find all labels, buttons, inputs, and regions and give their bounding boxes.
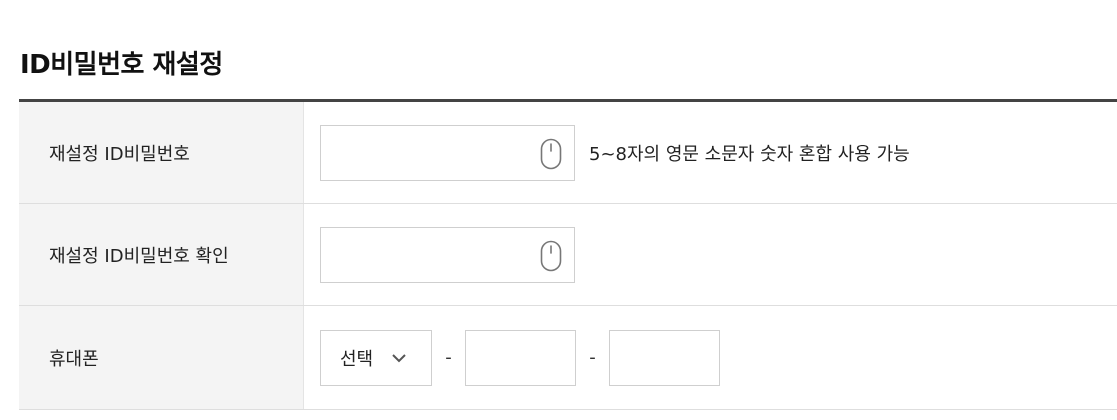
carrier-select[interactable]: 선택: [320, 329, 432, 386]
mouse-icon[interactable]: [540, 240, 562, 272]
password-rule-hint: 5~8자의 영문 소문자 숫자 혼합 사용 가능: [589, 143, 910, 165]
confirm-password-row: 재설정 ID비밀번호 확인: [19, 204, 1117, 306]
confirm-password-label: 재설정 ID비밀번호 확인: [19, 204, 304, 305]
chevron-down-icon: [392, 353, 406, 362]
mobile-cell: 선택 - -: [304, 306, 1117, 409]
carrier-select-value: 선택: [340, 348, 374, 370]
new-password-field-box[interactable]: [320, 124, 575, 181]
confirm-password-cell: [304, 204, 1117, 305]
phone-last-input[interactable]: [615, 330, 719, 385]
mobile-row: 휴대폰 선택 - -: [19, 306, 1117, 410]
new-password-input[interactable]: [331, 125, 535, 180]
new-password-row: 재설정 ID비밀번호 5~8자의 영문 소문자 숫자 혼합 사용 가능: [19, 102, 1117, 204]
phone-last-box[interactable]: [609, 329, 720, 386]
phone-separator: -: [445, 347, 452, 368]
password-reset-form: 재설정 ID비밀번호 5~8자의 영문 소문자 숫자 혼합 사용 가능 재설정 …: [19, 99, 1117, 410]
confirm-password-input[interactable]: [331, 227, 535, 282]
phone-separator: -: [589, 347, 596, 368]
new-password-cell: 5~8자의 영문 소문자 숫자 혼합 사용 가능: [304, 102, 1117, 203]
phone-middle-input[interactable]: [471, 330, 575, 385]
page-title: ID비밀번호 재설정: [20, 50, 223, 80]
new-password-label: 재설정 ID비밀번호: [19, 102, 304, 203]
phone-middle-box[interactable]: [465, 329, 576, 386]
mobile-label: 휴대폰: [19, 306, 304, 409]
mouse-icon[interactable]: [540, 138, 562, 170]
confirm-password-field-box[interactable]: [320, 226, 575, 283]
